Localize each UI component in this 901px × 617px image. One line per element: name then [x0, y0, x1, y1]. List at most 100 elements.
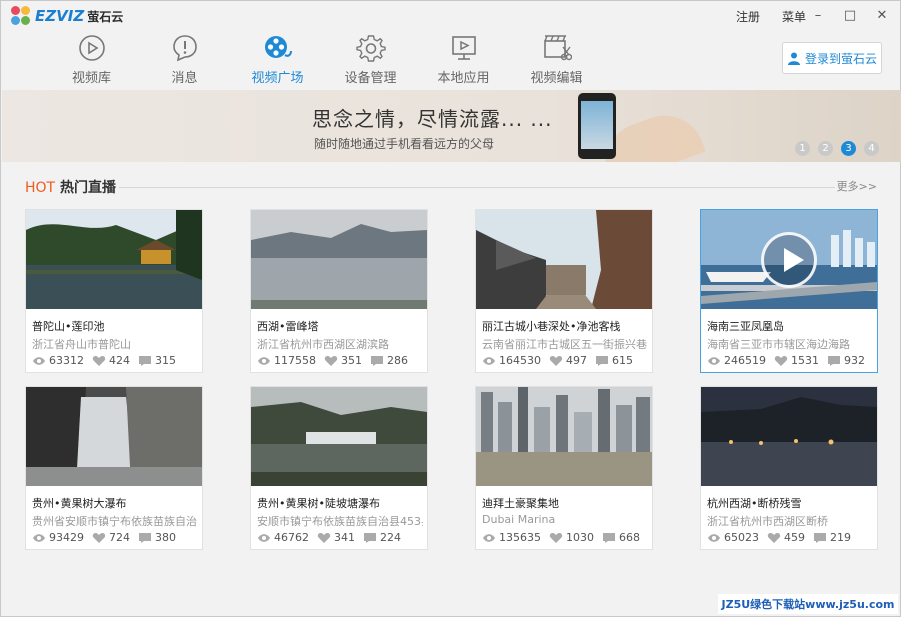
- video-title: 丽江古城小巷深处•净池客栈: [482, 320, 621, 333]
- maximize-button[interactable]: □: [840, 5, 860, 25]
- banner-page-dot-active[interactable]: 3: [841, 141, 856, 156]
- heart-icon: [549, 532, 563, 543]
- comment-icon: [814, 532, 826, 543]
- ezviz-logo-icon: [11, 6, 33, 26]
- nav-item-video-square[interactable]: 视频广场: [231, 33, 324, 89]
- video-title: 杭州西湖•断桥残雪: [707, 497, 802, 510]
- video-card[interactable]: 西湖•雷峰塔 浙江省杭州市西湖区湖滨路 117558 351 286: [250, 209, 428, 373]
- section-divider: [119, 187, 835, 188]
- main-nav: 视频库 消息 视频广场 设备管理 本地应用 视频编辑: [45, 33, 603, 89]
- login-button[interactable]: 登录到萤石云: [782, 42, 882, 74]
- nav-item-messages[interactable]: 消息: [138, 33, 231, 89]
- banner-subtitle: 随时随地通过手机看看远方的父母: [314, 137, 495, 151]
- video-card[interactable]: 杭州西湖•断桥残雪 浙江省杭州市西湖区断桥 65023 459 219: [700, 386, 878, 550]
- nav-item-device-management[interactable]: 设备管理: [324, 33, 417, 89]
- more-link[interactable]: 更多>>: [837, 178, 877, 194]
- nav-item-video-library[interactable]: 视频库: [45, 33, 138, 89]
- nav-item-video-editing[interactable]: 视频编辑: [510, 33, 603, 89]
- video-stats: 65023 459 219: [707, 531, 851, 544]
- view-count: 65023: [724, 531, 759, 544]
- play-circle-icon: [78, 35, 105, 61]
- like-count: 497: [566, 354, 587, 367]
- banner-page-dot[interactable]: 4: [864, 141, 879, 156]
- hot-label: HOT: [25, 180, 56, 196]
- video-title: 迪拜土豪聚集地: [482, 497, 559, 510]
- user-icon: [787, 52, 800, 65]
- video-title: 贵州•黄果树大瀑布: [32, 497, 127, 510]
- video-thumbnail: [251, 210, 427, 309]
- heart-icon: [324, 355, 338, 366]
- gear-icon: [355, 35, 386, 62]
- video-thumbnail: [476, 387, 652, 486]
- video-thumbnail: [251, 387, 427, 486]
- nav-label: 本地应用: [437, 71, 490, 86]
- nav-label: 视频库: [71, 71, 111, 86]
- comment-count: 380: [155, 531, 176, 544]
- comment-icon: [139, 532, 151, 543]
- view-count: 164530: [499, 354, 541, 367]
- like-count: 424: [109, 354, 130, 367]
- message-alert-icon: [172, 35, 197, 62]
- view-count: 63312: [49, 354, 84, 367]
- video-card[interactable]: 贵州•黄果树大瀑布 贵州省安顺市镇宁布依族苗族自治... 93429 724 3…: [25, 386, 203, 550]
- view-count: 46762: [274, 531, 309, 544]
- video-stats: 164530 497 615: [482, 354, 633, 367]
- section-title: HOT 热门直播: [25, 177, 116, 197]
- monitor-play-icon: [451, 36, 476, 60]
- heart-icon: [767, 532, 781, 543]
- comment-count: 315: [155, 354, 176, 367]
- logo-text: EZVIZ: [35, 7, 85, 25]
- video-card[interactable]: 丽江古城小巷深处•净池客栈 云南省丽江市古城区五一街振兴巷... 164530 …: [475, 209, 653, 373]
- comment-count: 219: [830, 531, 851, 544]
- video-title: 海南三亚凤凰岛: [707, 320, 784, 333]
- banner-page-dot[interactable]: 1: [795, 141, 810, 156]
- video-thumbnail: [476, 210, 652, 309]
- nav-item-local-apps[interactable]: 本地应用: [417, 33, 510, 89]
- video-card[interactable]: 普陀山•莲印池 浙江省舟山市普陀山 63312 424 315: [25, 209, 203, 373]
- like-count: 351: [341, 354, 362, 367]
- video-stats: 46762 341 224: [257, 531, 401, 544]
- video-location: 海南省三亚市市辖区海边海路: [707, 338, 850, 351]
- video-title: 贵州•黄果树•陡坡塘瀑布: [257, 497, 380, 510]
- logo-subtitle: 萤石云: [87, 9, 124, 24]
- video-card[interactable]: 贵州•黄果树•陡坡塘瀑布 安顺市镇宁布依族苗族自治县453县 46762 341…: [250, 386, 428, 550]
- video-thumbnail: [701, 387, 877, 486]
- heart-icon: [317, 532, 331, 543]
- video-location: 浙江省杭州市西湖区湖滨路: [257, 338, 389, 351]
- comment-icon: [596, 355, 608, 366]
- banner-title: 思念之情，尽情流露... ...: [312, 107, 553, 131]
- banner-page-dot[interactable]: 2: [818, 141, 833, 156]
- eye-icon: [483, 356, 495, 365]
- eye-icon: [33, 533, 45, 542]
- like-count: 1531: [791, 354, 819, 367]
- like-count: 459: [784, 531, 805, 544]
- nav-label: 视频广场: [251, 71, 304, 86]
- play-overlay-icon[interactable]: [761, 232, 817, 288]
- close-button[interactable]: ✕: [872, 5, 892, 25]
- comment-count: 286: [387, 354, 408, 367]
- site-watermark: JZ5U绿色下载站www.jz5u.com: [718, 594, 898, 614]
- menu-link[interactable]: 菜单: [782, 8, 806, 25]
- phone-image: [578, 93, 616, 159]
- view-count: 246519: [724, 354, 766, 367]
- video-thumbnail: [26, 387, 202, 486]
- video-card[interactable]: 海南三亚凤凰岛 海南省三亚市市辖区海边海路 246519 1531 932: [700, 209, 878, 373]
- video-card[interactable]: 迪拜土豪聚集地 Dubai Marina 135635 1030 668: [475, 386, 653, 550]
- clapper-scissors-icon: [543, 35, 572, 61]
- view-count: 135635: [499, 531, 541, 544]
- video-thumbnail: [26, 210, 202, 309]
- app-window: EZVIZ 萤石云 注册 菜单 – □ ✕ 视频库 消息 视频广场 设备管理 本…: [0, 0, 901, 617]
- promo-banner[interactable]: 思念之情，尽情流露... ... 随时随地通过手机看看远方的父母 1 2 3 4: [2, 90, 901, 162]
- video-title: 普陀山•莲印池: [32, 320, 105, 333]
- film-reel-icon: [264, 36, 292, 58]
- eye-icon: [483, 533, 495, 542]
- hot-live-section-header: HOT 热门直播 更多>>: [25, 177, 877, 197]
- comment-icon: [371, 355, 383, 366]
- minimize-button[interactable]: –: [808, 5, 828, 25]
- video-title: 西湖•雷峰塔: [257, 320, 319, 333]
- comment-icon: [603, 532, 615, 543]
- register-link[interactable]: 注册: [736, 8, 760, 25]
- nav-label: 消息: [171, 71, 198, 86]
- eye-icon: [258, 533, 270, 542]
- view-count: 117558: [274, 354, 316, 367]
